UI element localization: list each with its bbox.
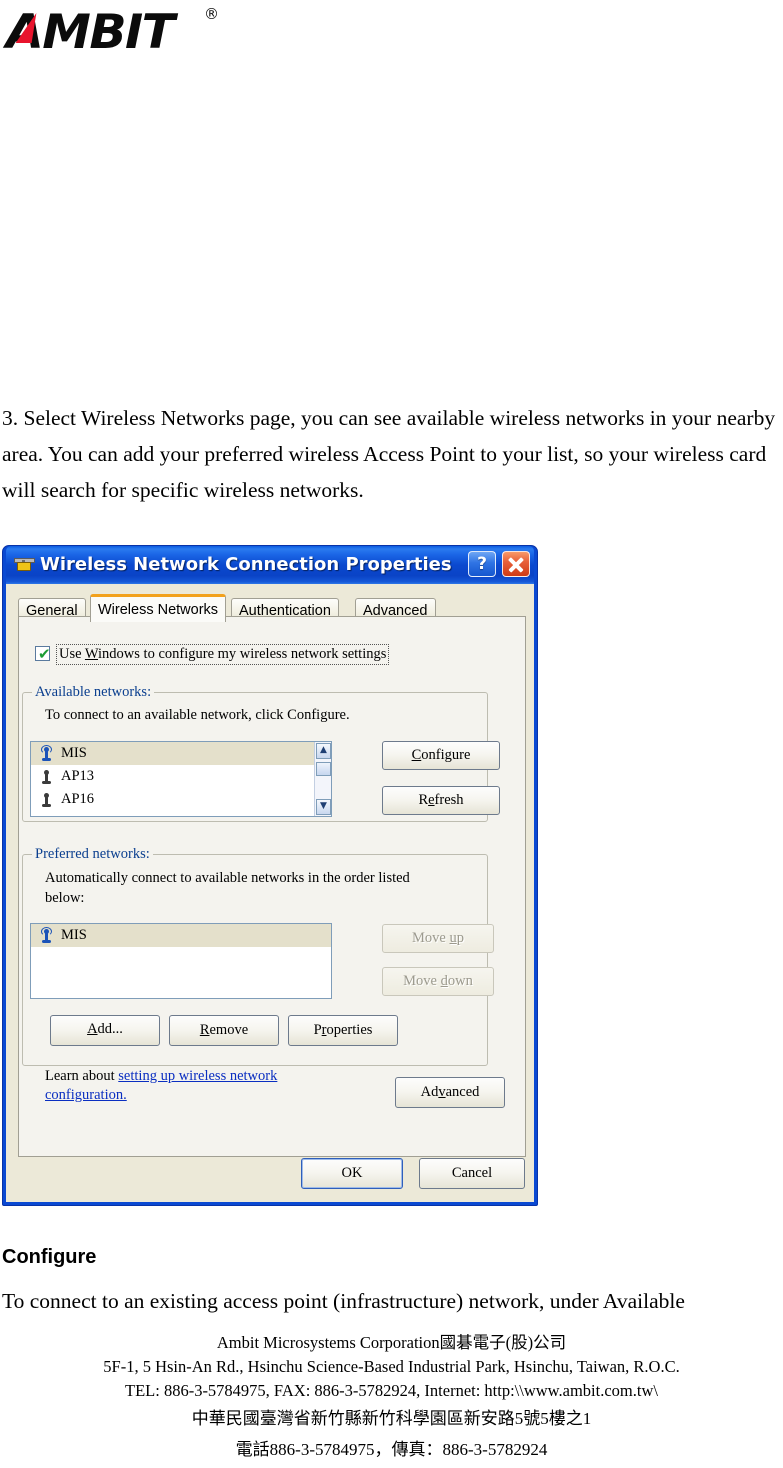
configure-paragraph: To connect to an existing access point (… — [2, 1289, 685, 1313]
configure-button[interactable]: Configure — [382, 741, 500, 770]
list-item[interactable]: AP16 — [31, 788, 331, 811]
list-item[interactable]: MIS — [31, 924, 331, 947]
help-button[interactable]: ? — [468, 551, 496, 577]
remove-button[interactable]: Remove — [169, 1015, 279, 1046]
wireless-icon — [39, 791, 54, 808]
footer-line-contact: TEL: 886-3-5784975, FAX: 886-3-5782924, … — [125, 1381, 658, 1400]
list-item[interactable]: MIS — [31, 742, 331, 765]
close-icon[interactable] — [502, 551, 530, 577]
wireless-active-icon — [39, 745, 54, 762]
scrollbar-thumb[interactable] — [316, 762, 331, 776]
available-networks-description: To connect to an available network, clic… — [45, 707, 350, 723]
scrollbar[interactable]: ▲ ▼ — [314, 742, 331, 816]
use-windows-checkbox[interactable]: ✔ — [35, 645, 51, 663]
cancel-button[interactable]: Cancel — [419, 1158, 525, 1189]
network-name: AP16 — [61, 791, 95, 807]
ambit-logo: AMBIT ® — [6, 4, 236, 62]
footer-line-address: 5F-1, 5 Hsin-An Rd., Hsinchu Science-Bas… — [103, 1357, 680, 1376]
ok-button[interactable]: OK — [301, 1158, 403, 1189]
footer-line-address-cn: 中華民國臺灣省新竹縣新竹科學園區新安路5號5樓之1 — [191, 1409, 592, 1428]
list-item[interactable]: AP13 — [31, 765, 331, 788]
network-name: MIS — [61, 927, 87, 943]
network-connection-icon — [14, 556, 35, 574]
scroll-up-icon[interactable]: ▲ — [316, 743, 331, 759]
page-footer: Ambit Microsystems Corporation國碁電子(股)公司 … — [0, 1331, 783, 1465]
step-3-paragraph: 3. Select Wireless Networks page, you ca… — [2, 406, 776, 502]
wireless-active-icon — [39, 927, 54, 944]
move-down-button[interactable]: Move down — [382, 967, 494, 996]
available-networks-legend: Available networks: — [32, 684, 155, 701]
properties-button[interactable]: Properties — [288, 1015, 398, 1046]
checkmark-icon: ✔ — [38, 645, 51, 663]
configure-heading: Configure — [2, 1246, 97, 1268]
preferred-networks-legend: Preferred networks: — [32, 846, 153, 863]
preferred-networks-description-line2: below: — [45, 890, 85, 906]
wireless-icon — [39, 768, 54, 785]
preferred-networks-description-line1: Automatically connect to available netwo… — [45, 870, 410, 886]
preferred-networks-list[interactable]: MIS — [30, 923, 332, 999]
advanced-button[interactable]: Advanced — [395, 1077, 505, 1108]
add-button[interactable]: Add... — [50, 1015, 160, 1046]
scroll-down-icon[interactable]: ▼ — [316, 799, 331, 815]
available-networks-list[interactable]: MIS AP13 AP16 ▲ ▼ — [30, 741, 332, 817]
tab-wireless-networks[interactable]: Wireless Networks — [90, 594, 227, 622]
network-name: AP13 — [61, 768, 95, 784]
learn-about-text: Learn about setting up wireless network … — [45, 1068, 278, 1103]
footer-line-company: Ambit Microsystems Corporation國碁電子(股)公司 — [216, 1333, 567, 1352]
footer-line-contact-cn: 電話886-3-5784975，傳真：886-3-5782924 — [235, 1440, 548, 1459]
dialog-titlebar[interactable]: Wireless Network Connection Properties ? — [6, 546, 534, 584]
move-up-button[interactable]: Move up — [382, 924, 494, 953]
refresh-button[interactable]: Refresh — [382, 786, 500, 815]
registered-trademark-icon: ® — [204, 5, 219, 23]
network-name: MIS — [61, 745, 87, 761]
use-windows-checkbox-label: Use Windows to configure my wireless net… — [56, 644, 390, 665]
dialog-title: Wireless Network Connection Properties — [40, 554, 452, 575]
